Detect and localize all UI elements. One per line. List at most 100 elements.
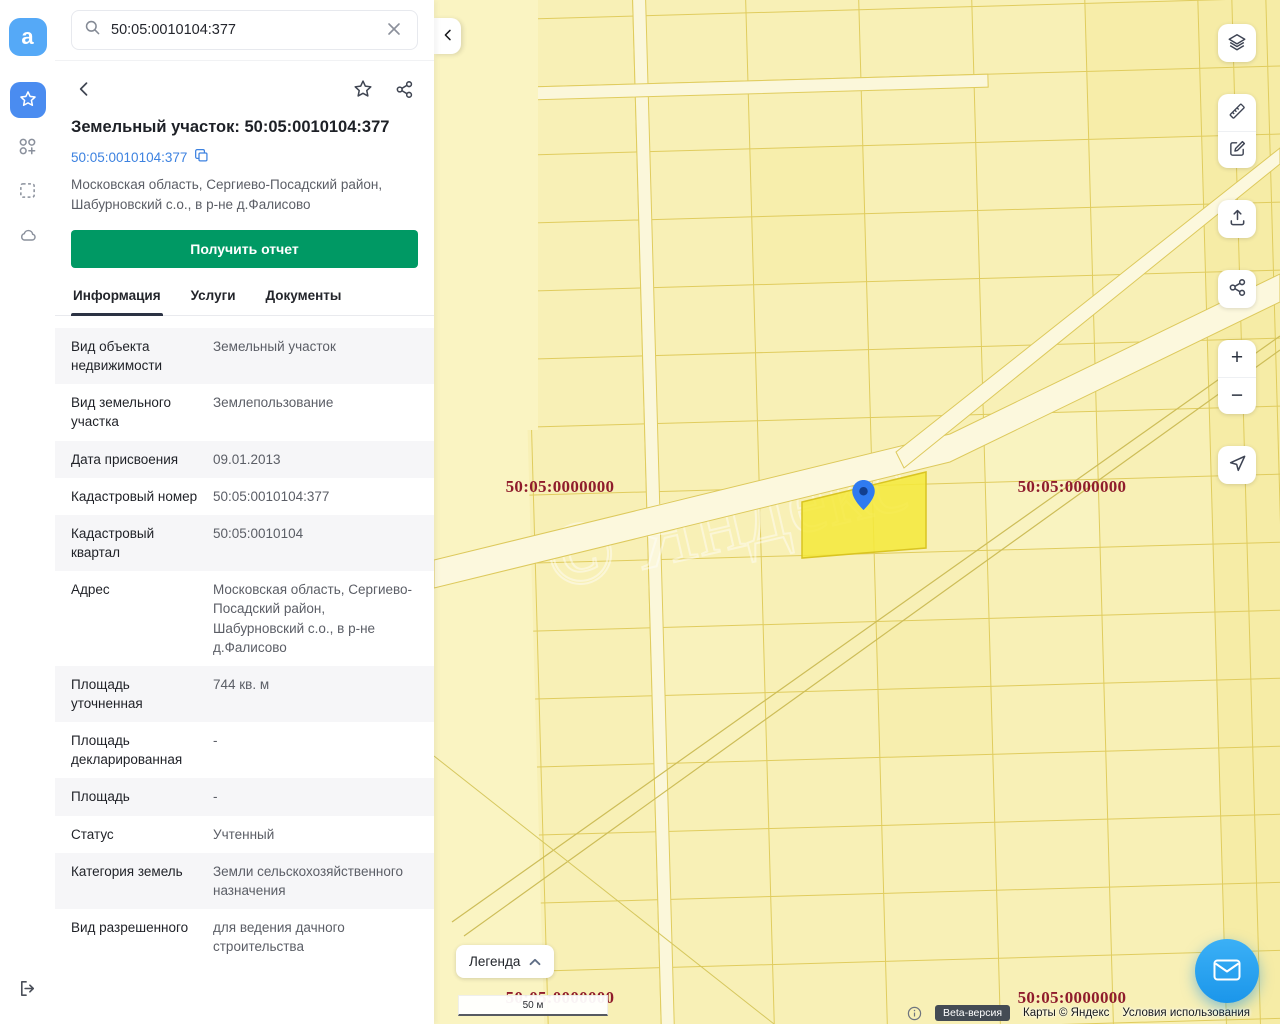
- panel-tabs: Информация Услуги Документы: [55, 286, 434, 316]
- row-value: для ведения дачного строительства: [213, 920, 345, 955]
- table-row: Площадь уточненная 744 кв. м: [55, 665, 434, 723]
- panel-toolbar: [55, 61, 434, 110]
- table-row: Вид земельного участка Землепользование: [55, 384, 434, 440]
- upload-icon: [1228, 208, 1247, 230]
- map-attribution: Beta-версия Карты © Яндекс Условия испол…: [907, 1005, 1250, 1021]
- row-value: 744 кв. м: [213, 676, 270, 692]
- map[interactable]: © Яндекс 50:05:0000000 50:05:0000000 50:…: [434, 0, 1280, 1024]
- app-logo[interactable]: a: [8, 18, 47, 56]
- tab-information[interactable]: Информация: [71, 286, 163, 316]
- search-bar: [55, 0, 434, 61]
- navigation-arrow-icon: [1228, 454, 1247, 476]
- draw-tools-group: [1218, 94, 1256, 168]
- object-address: Московская область, Сергиево-Посадский р…: [71, 177, 383, 212]
- envelope-icon: [1213, 959, 1241, 984]
- table-row: Вид разрешенного для ведения дачного стро…: [55, 909, 434, 965]
- row-value: Московская область, Сергиево-Посадский р…: [213, 582, 413, 655]
- scale-label: 50 м: [522, 999, 544, 1011]
- info-icon[interactable]: [907, 1006, 922, 1021]
- search-input[interactable]: [111, 22, 373, 38]
- close-icon: [387, 22, 401, 39]
- ruler-icon: [1227, 101, 1247, 124]
- logout-button[interactable]: [10, 972, 46, 1008]
- row-label: Площадь уточненная: [71, 676, 143, 711]
- zoom-controls: + −: [1218, 340, 1256, 414]
- layers-icon: [1227, 32, 1247, 55]
- row-label: Вид земельного участка: [71, 395, 172, 430]
- rail-cloud-button[interactable]: [10, 218, 46, 254]
- chat-button[interactable]: [1195, 939, 1259, 1003]
- copy-icon: [194, 148, 209, 166]
- locate-button[interactable]: [1218, 446, 1256, 484]
- chevron-left-icon: [441, 28, 455, 45]
- map-pin: [852, 480, 875, 515]
- edit-button[interactable]: [1218, 130, 1256, 169]
- row-label: Кадастровый номер: [71, 488, 198, 504]
- row-label: Статус: [71, 826, 114, 842]
- legend-button[interactable]: Легенда: [456, 945, 555, 978]
- row-label: Кадастровый квартал: [71, 525, 155, 561]
- ruler-button[interactable]: [1218, 94, 1256, 131]
- logout-icon: [18, 979, 37, 1001]
- tab-documents[interactable]: Документы: [264, 286, 344, 315]
- row-value: Учтенный: [213, 826, 275, 842]
- row-label: Вид разрешенного: [71, 920, 189, 936]
- upload-button[interactable]: [1218, 200, 1256, 238]
- chevron-left-icon: [75, 80, 93, 101]
- cadastral-number-link[interactable]: 50:05:0010104:377: [71, 150, 187, 165]
- row-value: -: [213, 789, 218, 805]
- row-label: Вид объекта недвижимости: [71, 338, 163, 374]
- back-button[interactable]: [71, 76, 97, 105]
- page-title: Земельный участок: 50:05:0010104:377: [71, 118, 390, 136]
- get-report-button[interactable]: Получить отчет: [71, 229, 418, 268]
- zoom-in-button[interactable]: +: [1218, 340, 1256, 377]
- share-icon: [1228, 278, 1247, 300]
- share-button[interactable]: [391, 76, 418, 106]
- cloud-icon: [18, 225, 38, 248]
- app-rail: a: [0, 0, 55, 1024]
- quarter-label: 50:05:0000000: [505, 477, 615, 496]
- table-row: Адрес Московская область, Сергиево-Посадс…: [55, 571, 434, 666]
- legend-label: Легенда: [469, 954, 521, 969]
- rail-services-button[interactable]: [10, 130, 46, 166]
- rail-favorites-button[interactable]: [9, 82, 46, 118]
- share-icon: [395, 80, 414, 102]
- table-row: Площадь декларированная -: [55, 722, 434, 778]
- search-box: [71, 10, 418, 50]
- map-share-button[interactable]: [1218, 270, 1256, 308]
- row-value: -: [213, 733, 218, 749]
- copy-button[interactable]: [194, 148, 209, 166]
- row-label: Дата присвоения: [71, 451, 179, 467]
- row-value: Землепользование: [213, 395, 334, 411]
- rail-select-area-button[interactable]: [10, 174, 46, 210]
- row-value: Земельный участок: [213, 338, 336, 354]
- row-value: Земли сельскохозяйственного назначения: [213, 863, 404, 898]
- row-label: Площадь декларированная: [71, 733, 183, 768]
- row-value: 50:05:0010104: [213, 525, 304, 541]
- edit-icon: [1228, 139, 1247, 161]
- favorite-button[interactable]: [349, 75, 377, 106]
- info-table: Вид объекта недвижимости Земельный участо…: [55, 327, 434, 1024]
- terms-link[interactable]: Условия использования: [1122, 1007, 1250, 1019]
- table-row: Дата присвоения 09.01.2013: [55, 440, 434, 478]
- quarter-label: 50:05:0000000: [1017, 477, 1127, 496]
- row-label: Адрес: [71, 582, 110, 598]
- scale-bar: 50 м: [458, 995, 608, 1016]
- layers-button[interactable]: [1218, 24, 1256, 62]
- row-value: 50:05:0010104:377: [213, 488, 330, 504]
- zoom-out-button[interactable]: −: [1218, 376, 1256, 415]
- star-icon: [19, 90, 37, 111]
- row-label: Категория земель: [71, 863, 183, 879]
- search-icon: [84, 19, 101, 41]
- row-label: Площадь: [71, 789, 130, 805]
- chevron-up-icon: [529, 954, 541, 969]
- clear-search-button[interactable]: [383, 18, 405, 43]
- table-row: Кадастровый квартал 50:05:0010104: [55, 514, 434, 572]
- select-area-icon: [18, 181, 37, 203]
- collapse-panel-button[interactable]: [434, 18, 461, 54]
- services-icon: [18, 137, 37, 159]
- table-row: Категория земель Земли сельскохозяйственн…: [55, 852, 434, 910]
- object-panel: Земельный участок: 50:05:0010104:377 50:…: [55, 0, 434, 1024]
- tab-services[interactable]: Услуги: [189, 286, 238, 315]
- table-row: Статус Учтенный: [55, 816, 434, 853]
